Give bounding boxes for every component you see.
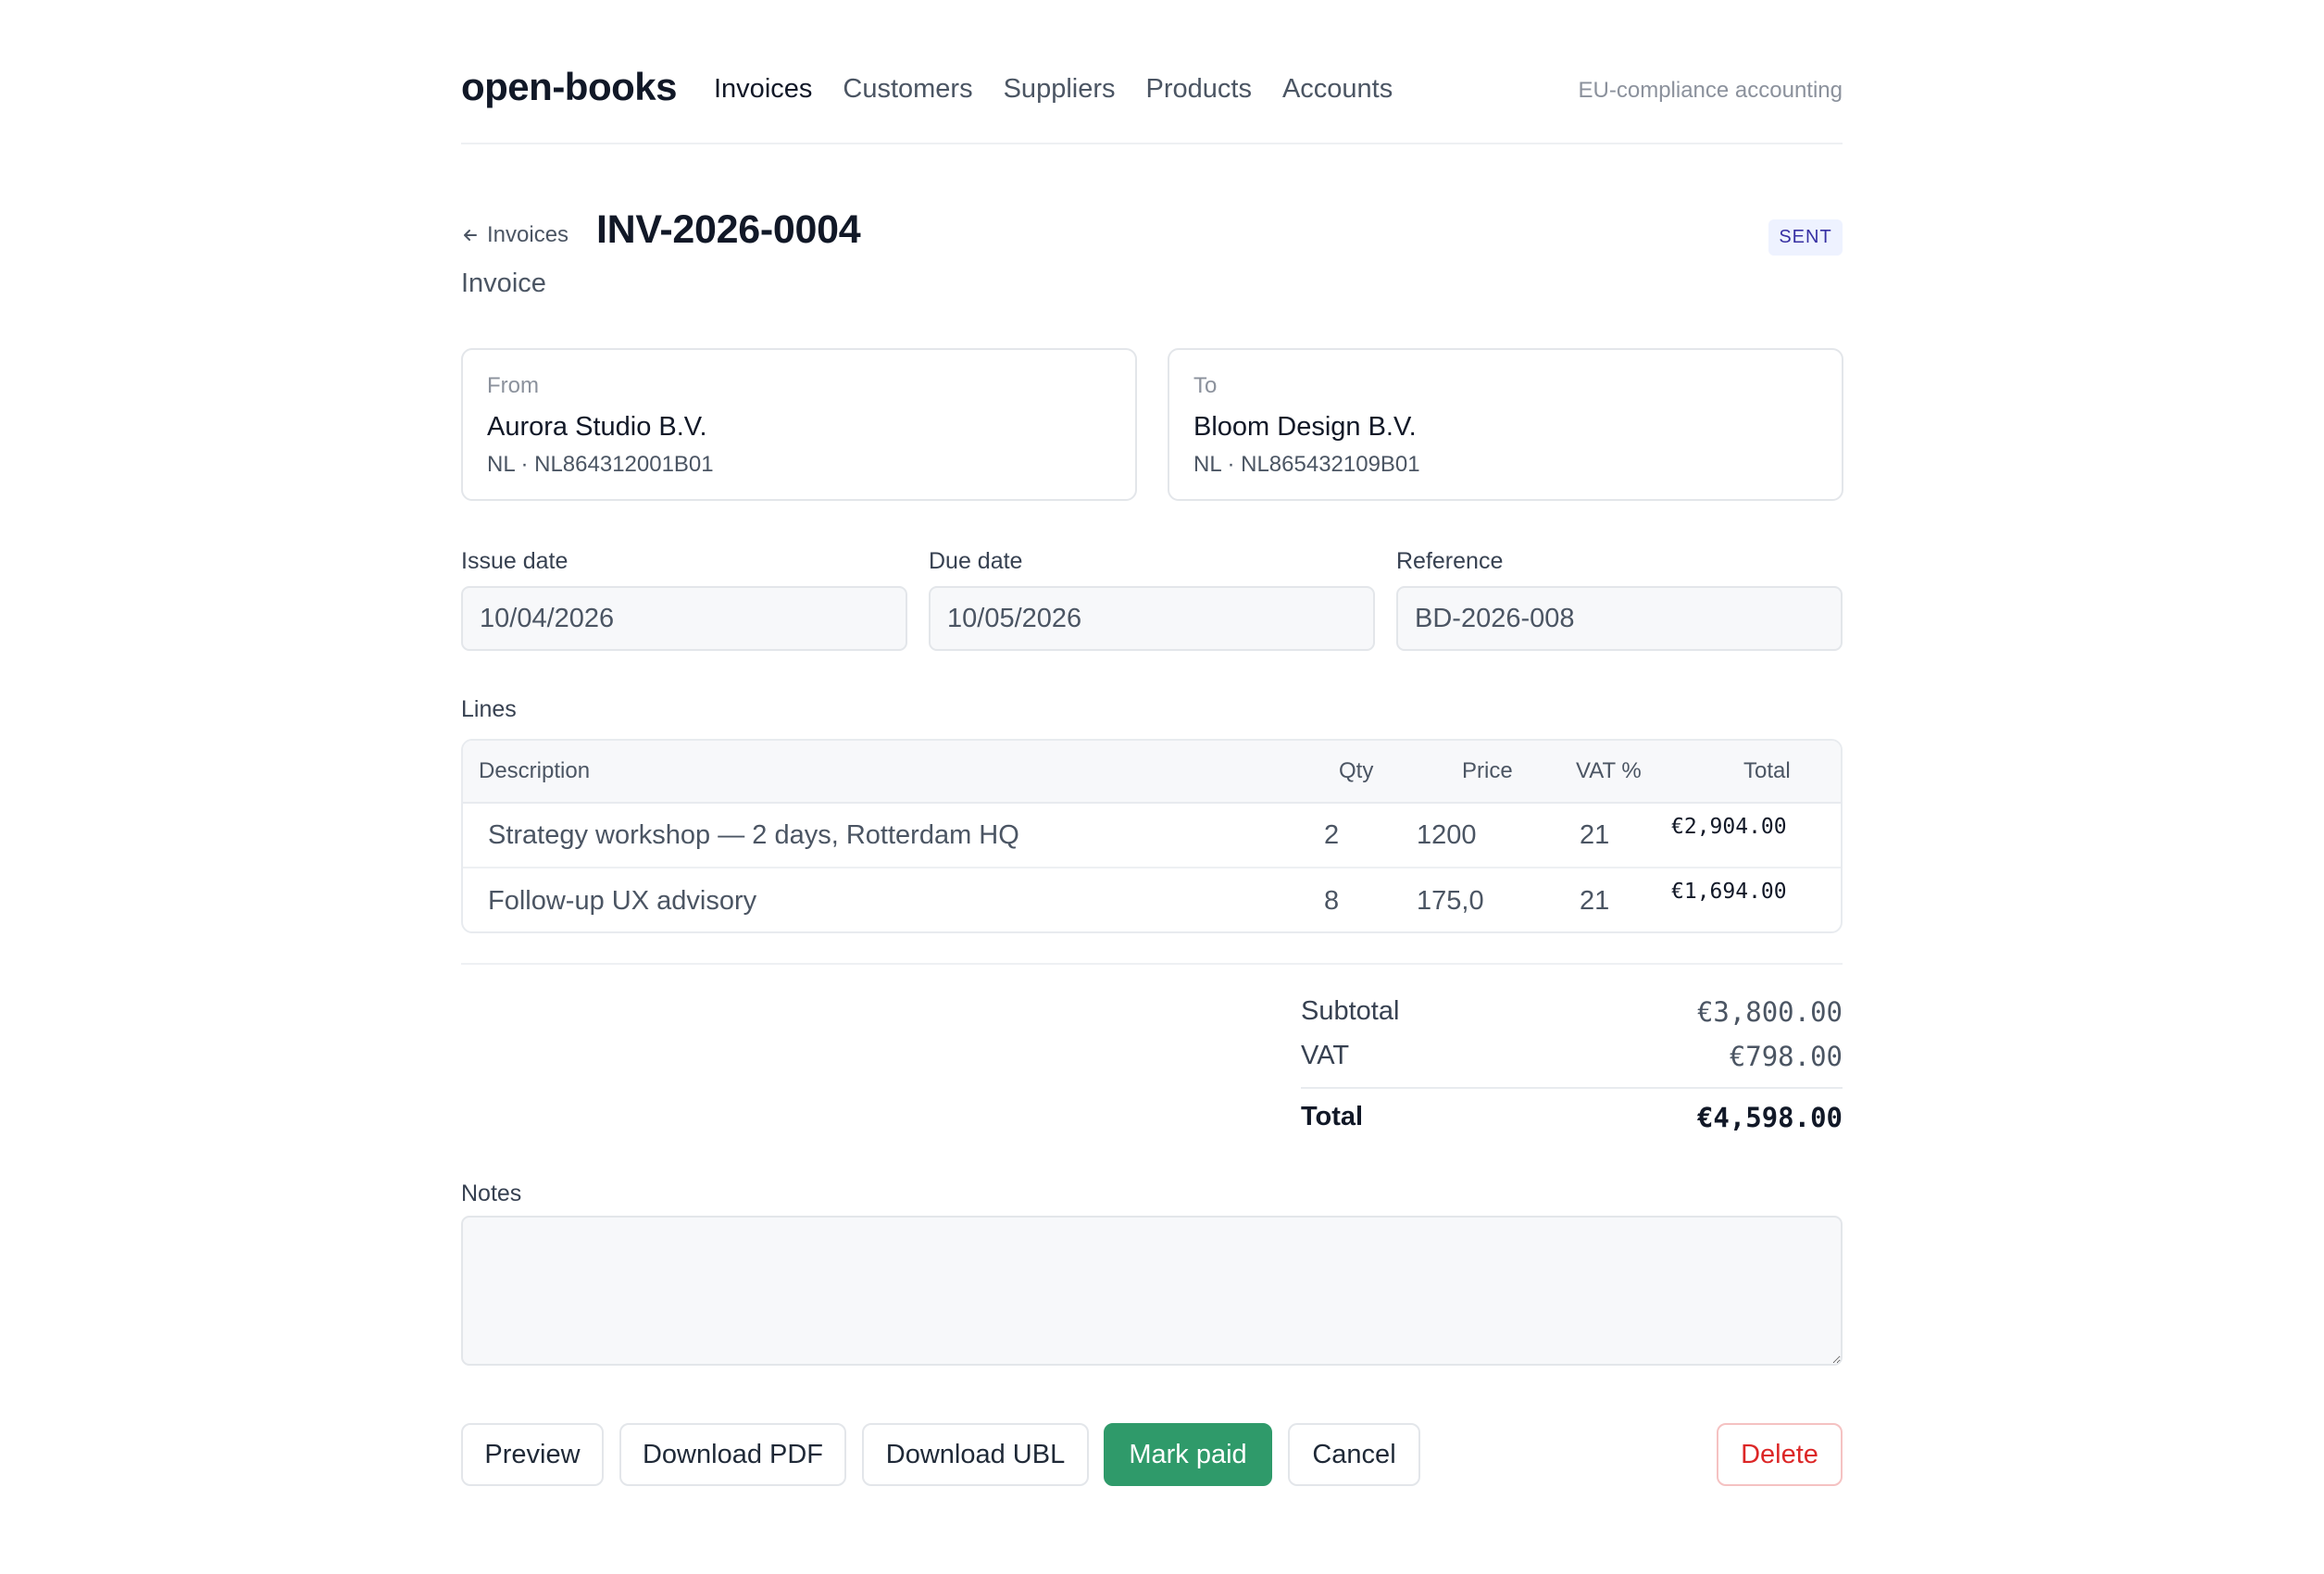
line-qty[interactable]: 2: [1324, 804, 1339, 867]
due-date-label: Due date: [929, 548, 1023, 574]
column-header-qty: Qty: [1339, 758, 1374, 783]
subtotal-row: Subtotal €3,800.00: [1301, 993, 1843, 1037]
section-divider: [461, 963, 1843, 965]
line-vat[interactable]: 21: [1580, 804, 1609, 867]
totals-summary: Subtotal €3,800.00 VAT €798.00 Total €4,…: [1301, 993, 1843, 1139]
mark-paid-button[interactable]: Mark paid: [1104, 1423, 1272, 1486]
line-total: €1,694.00: [1671, 880, 1787, 904]
line-price[interactable]: 175,0: [1417, 868, 1483, 931]
line-vat[interactable]: 21: [1580, 868, 1609, 931]
line-description[interactable]: Strategy workshop — 2 days, Rotterdam HQ: [488, 804, 1019, 867]
invoice-number-title: INV-2026-0004: [596, 207, 861, 252]
due-date-field: Due date: [929, 548, 1375, 651]
column-header-vat: VAT %: [1576, 758, 1642, 783]
reference-input[interactable]: [1396, 586, 1843, 651]
vat-label: VAT: [1301, 1041, 1350, 1070]
vat-value: €798.00: [1729, 1041, 1843, 1072]
cancel-button[interactable]: Cancel: [1288, 1423, 1420, 1486]
total-value: €4,598.00: [1696, 1102, 1843, 1133]
nav-item-products[interactable]: Products: [1146, 74, 1252, 105]
lines-section-label: Lines: [461, 696, 517, 722]
nav-item-invoices[interactable]: Invoices: [714, 74, 812, 105]
line-total: €2,904.00: [1671, 815, 1787, 839]
from-vat-number: NL · NL864312001B01: [487, 452, 714, 477]
download-pdf-button[interactable]: Download PDF: [619, 1423, 846, 1486]
total-row: Total €4,598.00: [1301, 1087, 1843, 1139]
reference-field: Reference: [1396, 548, 1843, 651]
table-row: Follow-up UX advisory 8 175,0 21 €1,694.…: [463, 868, 1841, 931]
issue-date-label: Issue date: [461, 548, 569, 574]
download-ubl-button[interactable]: Download UBL: [862, 1423, 1089, 1486]
status-badge: SENT: [1768, 219, 1843, 256]
total-label: Total: [1301, 1102, 1364, 1131]
from-party-card: From Aurora Studio B.V. NL · NL864312001…: [461, 348, 1137, 501]
invoice-page: open-books Invoices Customers Suppliers …: [0, 0, 2324, 1574]
subtotal-label: Subtotal: [1301, 996, 1400, 1026]
nav-item-accounts[interactable]: Accounts: [1282, 74, 1393, 105]
to-vat-number: NL · NL865432109B01: [1193, 452, 1420, 477]
subtotal-value: €3,800.00: [1696, 996, 1843, 1028]
back-to-invoices-link[interactable]: Invoices: [461, 222, 569, 248]
column-header-total: Total: [1743, 758, 1791, 783]
line-qty[interactable]: 8: [1324, 868, 1339, 931]
page-subtitle: Invoice: [461, 269, 546, 298]
reference-label: Reference: [1396, 548, 1504, 574]
line-description[interactable]: Follow-up UX advisory: [488, 868, 756, 931]
vat-row: VAT €798.00: [1301, 1037, 1843, 1081]
lines-table: Description Qty Price VAT % Total Strate…: [461, 739, 1843, 933]
back-link-label: Invoices: [487, 222, 569, 247]
from-company-name: Aurora Studio B.V.: [487, 412, 707, 442]
notes-label: Notes: [461, 1180, 522, 1206]
from-label: From: [487, 373, 539, 398]
app-tagline: EU-compliance accounting: [1578, 78, 1843, 103]
nav-item-suppliers[interactable]: Suppliers: [1004, 74, 1116, 105]
column-header-description: Description: [479, 758, 591, 783]
to-label: To: [1193, 373, 1218, 398]
issue-date-input[interactable]: [461, 586, 907, 651]
arrow-left-icon: [464, 230, 477, 241]
to-party-card: To Bloom Design B.V. NL · NL865432109B01: [1168, 348, 1843, 501]
table-row: Strategy workshop — 2 days, Rotterdam HQ…: [463, 804, 1841, 868]
nav-item-customers[interactable]: Customers: [843, 74, 972, 105]
issue-date-field: Issue date: [461, 548, 907, 651]
lines-table-header: Description Qty Price VAT % Total: [463, 741, 1841, 804]
column-header-price: Price: [1462, 758, 1513, 783]
delete-button[interactable]: Delete: [1717, 1423, 1843, 1486]
preview-button[interactable]: Preview: [461, 1423, 604, 1486]
app-header: open-books Invoices Customers Suppliers …: [461, 61, 1843, 144]
notes-textarea[interactable]: [461, 1216, 1843, 1366]
line-price[interactable]: 1200: [1417, 804, 1483, 867]
due-date-input[interactable]: [929, 586, 1375, 651]
to-company-name: Bloom Design B.V.: [1193, 412, 1417, 442]
main-nav: Invoices Customers Suppliers Products Ac…: [714, 74, 1393, 105]
app-logo[interactable]: open-books: [461, 65, 678, 109]
